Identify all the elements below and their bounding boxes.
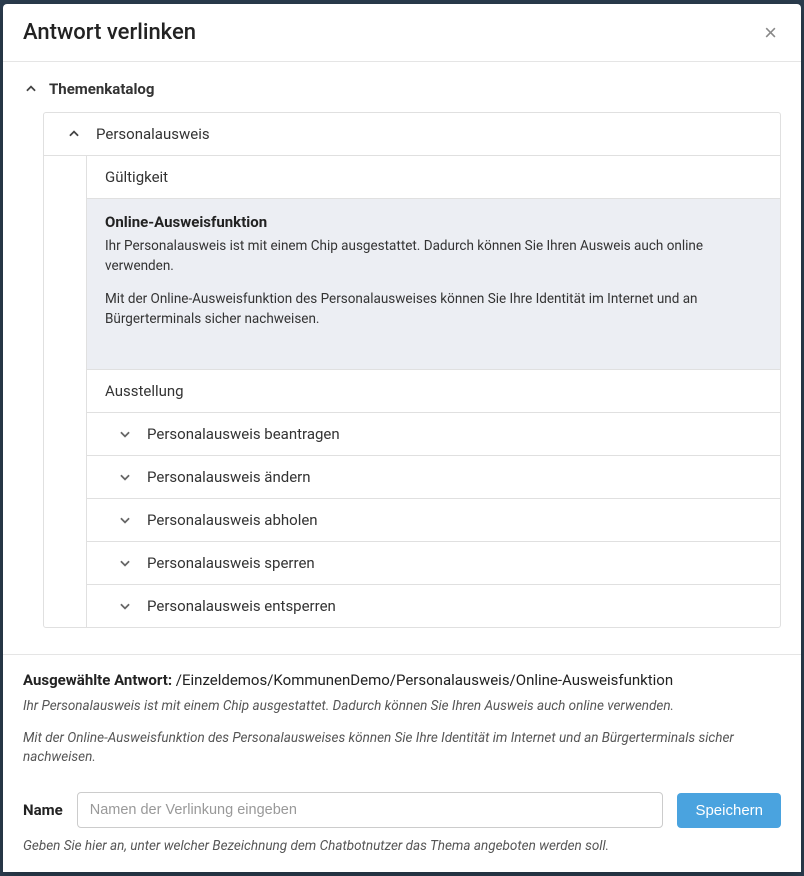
selected-answer-path: /Einzeldemos/KommunenDemo/Personalauswei…: [176, 671, 673, 689]
selected-answer: Ausgewählte Antwort: /Einzeldemos/Kommun…: [23, 671, 781, 689]
tree-item-online-ausweisfunktion[interactable]: Online-Ausweisfunktion Ihr Personalauswe…: [87, 199, 780, 370]
tree-section-title: Personalausweis: [96, 125, 210, 143]
tree-item-label: Ausstellung: [105, 382, 184, 400]
tree-sub-item-label: Personalausweis ändern: [147, 468, 311, 486]
desc-paragraph: Mit der Online-Ausweisfunktion des Perso…: [105, 290, 762, 329]
link-answer-modal: Antwort verlinken × Themenkatalog Person…: [3, 4, 801, 872]
tree-item-ausstellung[interactable]: Ausstellung: [87, 370, 780, 413]
tree-item-label: Online-Ausweisfunktion: [105, 213, 762, 231]
chevron-down-icon: [117, 426, 133, 442]
name-label: Name: [23, 801, 63, 819]
modal-title: Antwort verlinken: [23, 20, 196, 45]
tree-item-label: Gültigkeit: [105, 168, 168, 186]
hint-text: Geben Sie hier an, unter welcher Bezeich…: [23, 838, 781, 854]
modal-header: Antwort verlinken ×: [3, 4, 801, 62]
tree-sub-item-label: Personalausweis sperren: [147, 554, 315, 572]
tree-sub-item-entsperren[interactable]: Personalausweis entsperren: [87, 585, 780, 627]
modal-body[interactable]: Themenkatalog Personalausweis Gültigkeit…: [3, 62, 801, 654]
close-button[interactable]: ×: [760, 22, 781, 44]
modal-footer: Ausgewählte Antwort: /Einzeldemos/Kommun…: [3, 654, 801, 872]
tree-sub-item-sperren[interactable]: Personalausweis sperren: [87, 542, 780, 585]
tree-sub-item-beantragen[interactable]: Personalausweis beantragen: [87, 413, 780, 456]
tree-sub-item-abholen[interactable]: Personalausweis abholen: [87, 499, 780, 542]
chevron-down-icon: [117, 598, 133, 614]
close-icon: ×: [764, 20, 777, 45]
chevron-down-icon: [117, 512, 133, 528]
chevron-down-icon: [117, 555, 133, 571]
preview-paragraph: Ihr Personalausweis ist mit einem Chip a…: [23, 697, 781, 717]
tree-items: Gültigkeit Online-Ausweisfunktion Ihr Pe…: [86, 156, 780, 627]
chevron-up-icon: [23, 81, 39, 97]
answer-preview: Ihr Personalausweis ist mit einem Chip a…: [23, 697, 781, 768]
tree-box: Personalausweis Gültigkeit Online-Auswei…: [43, 112, 781, 628]
tree-sub-item-aendern[interactable]: Personalausweis ändern: [87, 456, 780, 499]
chevron-down-icon: [117, 469, 133, 485]
preview-paragraph: Mit der Online-Ausweisfunktion des Perso…: [23, 729, 781, 768]
tree-item-description: Ihr Personalausweis ist mit einem Chip a…: [105, 237, 762, 329]
tree-item-gueltigkeit[interactable]: Gültigkeit: [87, 156, 780, 199]
name-row: Name Speichern: [23, 792, 781, 828]
tree-section-personalausweis[interactable]: Personalausweis: [44, 113, 780, 156]
save-button[interactable]: Speichern: [677, 793, 781, 828]
tree-root-label: Themenkatalog: [49, 80, 154, 98]
chevron-up-icon: [66, 126, 82, 142]
tree-sub-item-label: Personalausweis abholen: [147, 511, 318, 529]
tree-sub-item-label: Personalausweis entsperren: [147, 597, 336, 615]
tree-sub-item-label: Personalausweis beantragen: [147, 425, 340, 443]
selected-answer-label: Ausgewählte Antwort:: [23, 671, 176, 689]
tree-root[interactable]: Themenkatalog: [23, 80, 781, 98]
name-input[interactable]: [77, 792, 664, 828]
desc-paragraph: Ihr Personalausweis ist mit einem Chip a…: [105, 237, 762, 276]
